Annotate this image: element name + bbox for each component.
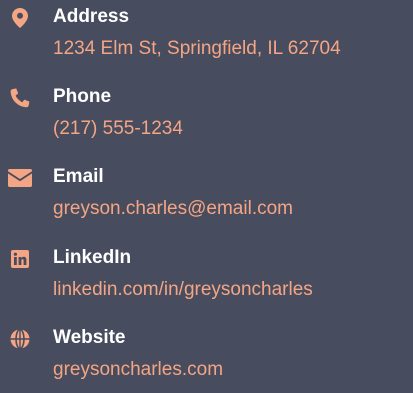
website-label: Website [53, 327, 126, 348]
map-marker-icon [8, 8, 32, 28]
contact-item-linkedin: LinkedIn linkedin.com/in/greysoncharles [0, 243, 413, 313]
linkedin-label: LinkedIn [53, 247, 132, 268]
email-label: Email [53, 166, 104, 187]
globe-icon [8, 329, 32, 349]
envelope-icon [8, 168, 32, 188]
linkedin-value[interactable]: linkedin.com/in/greysoncharles [53, 277, 313, 303]
contact-item-phone: Phone (217) 555-1234 [0, 82, 413, 152]
contact-item-address: Address 1234 Elm St, Springfield, IL 627… [0, 2, 413, 72]
linkedin-icon [8, 249, 32, 269]
email-value[interactable]: greyson.charles@email.com [53, 196, 293, 222]
website-value[interactable]: greysoncharles.com [53, 357, 223, 383]
phone-value[interactable]: (217) 555-1234 [53, 116, 183, 142]
contact-item-email: Email greyson.charles@email.com [0, 162, 413, 232]
address-value: 1234 Elm St, Springfield, IL 62704 [53, 38, 341, 59]
phone-label: Phone [53, 86, 112, 107]
address-label: Address [53, 6, 130, 27]
contact-item-website: Website greysoncharles.com [0, 323, 413, 393]
phone-icon [8, 88, 32, 108]
contact-list: Address 1234 Elm St, Springfield, IL 627… [0, 0, 413, 385]
